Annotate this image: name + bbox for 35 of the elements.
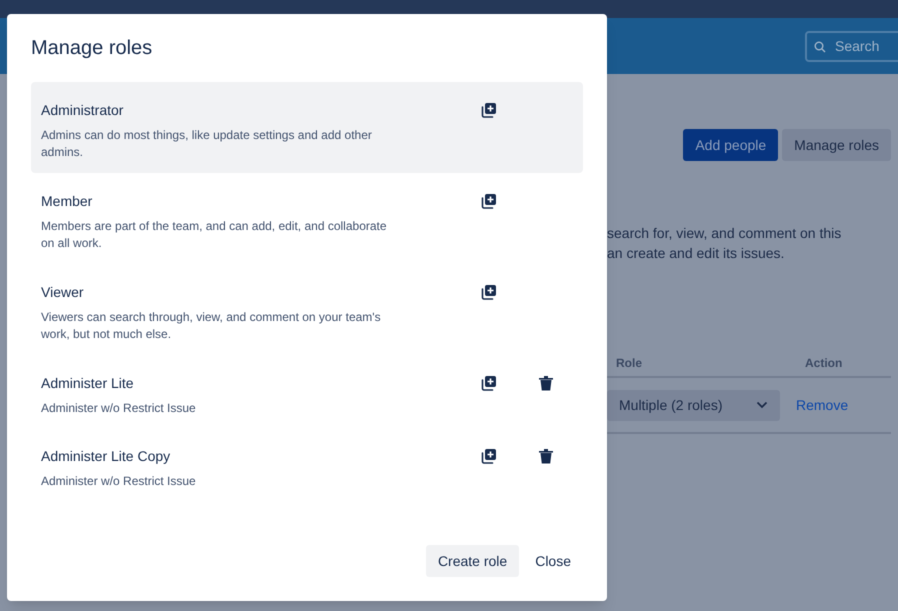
role-name: Administer Lite <box>41 374 135 392</box>
role-description: Administer w/o Restrict Issue <box>41 473 197 490</box>
trash-icon[interactable] <box>538 375 554 391</box>
role-description: Admins can do most things, like update settings and add other admins. <box>41 127 373 161</box>
dialog-button[interactable]: Create role <box>426 545 520 577</box>
role-item[interactable]: Administer Lite Copy Administer w/o Restrict Issue <box>31 428 583 501</box>
duplicate-icon[interactable] <box>481 102 497 118</box>
search-icon <box>814 40 826 52</box>
role-item[interactable]: Administer Lite Administer w/o Restrict Issue <box>31 355 583 428</box>
role-item[interactable]: Viewer Viewers can search through, view, and comment on your team's work, but not much else. <box>31 264 583 355</box>
duplicate-icon[interactable] <box>481 448 497 464</box>
chevron-down-icon <box>756 401 768 409</box>
header-button[interactable]: Add people <box>683 129 778 161</box>
duplicate-icon[interactable] <box>481 284 497 300</box>
role-description: Members are part of the team, and can add, edit, and collaborate on all work. <box>41 218 388 252</box>
description-text: an create and edit its issues. <box>607 244 786 263</box>
role-name: Administer Lite Copy <box>41 447 172 465</box>
role-description: Viewers can search through, view, and comment on your team's work, but not much else. <box>41 309 382 343</box>
role-dropdown[interactable]: Multiple (2 roles) <box>607 390 780 420</box>
description-text: search for, view, and comment on this <box>607 224 842 243</box>
search-field[interactable]: Search <box>805 30 898 62</box>
role-description: Administer w/o Restrict Issue <box>41 400 197 417</box>
role-name: Administrator <box>41 101 124 119</box>
trash-icon[interactable] <box>538 448 554 464</box>
duplicate-icon[interactable] <box>481 193 497 209</box>
column-header: Action <box>805 355 842 372</box>
role-name: Viewer <box>41 283 85 301</box>
duplicate-icon[interactable] <box>481 375 497 391</box>
column-header: Role <box>616 355 644 372</box>
dialog-button[interactable]: Close <box>523 545 583 577</box>
role-item[interactable]: Administrator Admins can do most things, like update settings and add other admins. <box>31 82 583 173</box>
header-button[interactable]: Manage roles <box>782 129 891 161</box>
dialog-title: Manage roles <box>31 36 154 60</box>
role-name: Member <box>41 192 94 210</box>
role-item[interactable]: Member Members are part of the team, and can add, edit, and collaborate on all work. <box>31 173 583 264</box>
